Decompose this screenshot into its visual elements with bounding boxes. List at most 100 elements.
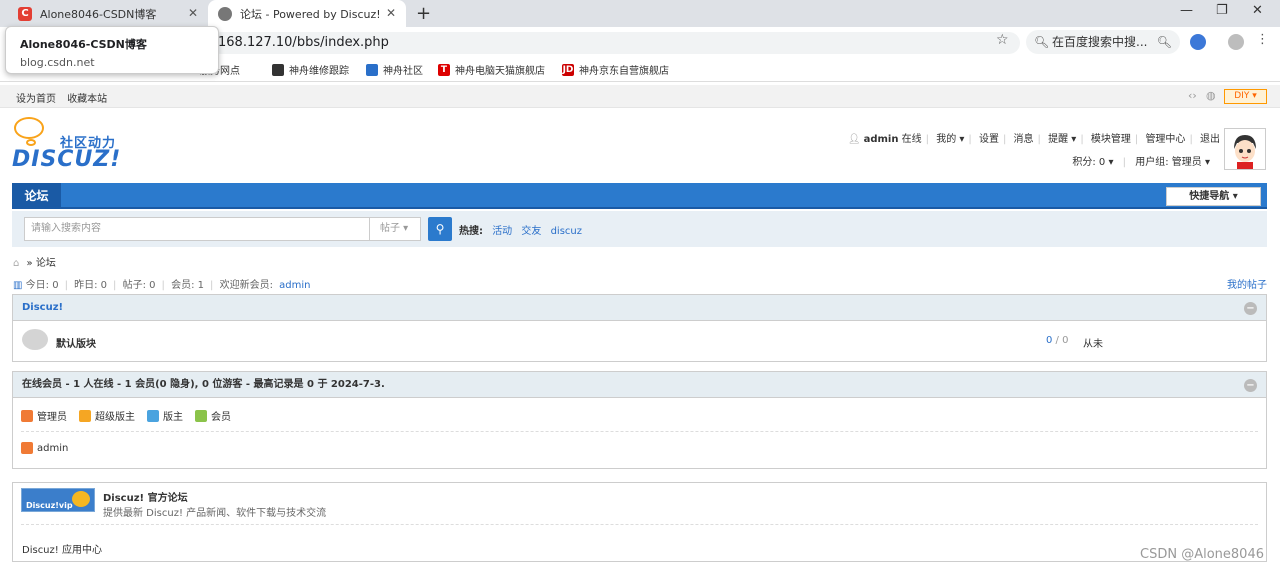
- forum-category: Discuz! − 默认版块 0 / 0 从未: [12, 294, 1267, 362]
- search-text: 在百度搜索中搜...: [1052, 35, 1148, 49]
- reminder-menu[interactable]: 提醒 ▾: [1048, 134, 1076, 145]
- logo-brand: DISCUZ!: [12, 147, 122, 172]
- link-desc: 提供最新 Discuz! 产品新闻、软件下载与技术交流: [103, 508, 327, 519]
- forum-row: 默认版块 0 / 0 从未: [13, 321, 1266, 361]
- tooltip-title: Alone8046-CSDN博客: [20, 38, 147, 51]
- settings-link[interactable]: 设置: [979, 134, 999, 145]
- logo-bubble: [26, 139, 36, 146]
- stats-icon: ▥: [13, 280, 23, 291]
- member-icon: [195, 409, 207, 422]
- last-post: 从未: [1083, 339, 1103, 350]
- new-tab-icon[interactable]: +: [416, 3, 431, 24]
- menu-icon[interactable]: ⋮: [1256, 32, 1272, 48]
- nav-forum[interactable]: 论坛: [12, 183, 61, 209]
- search-type-select[interactable]: 帖子 ▾: [369, 217, 421, 241]
- category-title[interactable]: Discuz!: [22, 302, 63, 313]
- logout-link[interactable]: 退出: [1200, 134, 1220, 145]
- hot-link[interactable]: 活动: [492, 226, 512, 237]
- extension-icon[interactable]: [1190, 34, 1206, 50]
- csdn-icon: C: [18, 6, 32, 21]
- new-member-link[interactable]: admin: [279, 280, 310, 291]
- admin-center-link[interactable]: 管理中心: [1145, 134, 1185, 145]
- tab-csdn[interactable]: C Alone8046-CSDN博客 ✕: [8, 0, 208, 27]
- online-title: 在线会员 - 1 人在线 - 1 会员(0 隐身), 0 位游客 - 最高记录是…: [22, 379, 385, 390]
- home-icon[interactable]: ⌂: [13, 258, 19, 269]
- search-icon: ⚲: [435, 222, 445, 236]
- browser-search-box[interactable]: 🔍︎ 在百度搜索中搜... 🔍︎: [1026, 30, 1180, 54]
- bookmark-item[interactable]: 神舟维修跟踪: [272, 62, 349, 77]
- star-icon[interactable]: ☆: [996, 32, 1009, 48]
- url-field[interactable]: 168.127.10/bbs/index.php: [210, 32, 1020, 54]
- forum-icon: [22, 329, 48, 350]
- user-bar-2: 积分: 0 ▾ | 用户组: 管理员 ▾: [1072, 157, 1210, 168]
- link-title[interactable]: Discuz! 官方论坛: [103, 489, 188, 504]
- search-input[interactable]: 请输入搜索内容: [24, 217, 370, 241]
- app-center-link[interactable]: Discuz! 应用中心: [22, 541, 102, 556]
- username-link[interactable]: admin: [864, 134, 899, 145]
- avatar[interactable]: [1224, 128, 1266, 170]
- admin-icon: [21, 409, 33, 422]
- search-icon[interactable]: 🔍︎: [1157, 30, 1172, 54]
- admin-icon: [21, 442, 33, 454]
- search-icon: 🔍︎: [1034, 35, 1050, 49]
- hot-label: 热搜:: [459, 226, 483, 237]
- logo-bubble: [14, 117, 44, 139]
- set-home-link[interactable]: 设为首页: [16, 94, 56, 105]
- main-nav: 论坛 快捷导航 ▾: [12, 183, 1267, 209]
- switch-width-icon[interactable]: ‹›: [1188, 89, 1197, 102]
- breadcrumb-forum[interactable]: 论坛: [36, 258, 56, 269]
- bookmark-item[interactable]: 神舟社区: [366, 62, 423, 77]
- tab-tooltip: Alone8046-CSDN博客 blog.csdn.net: [5, 26, 219, 74]
- tab-strip: C Alone8046-CSDN博客 ✕ 论坛 - Powered by Dis…: [0, 0, 1280, 27]
- palette-icon[interactable]: ◍: [1206, 89, 1216, 102]
- online-users-row: admin: [21, 432, 1258, 468]
- collapse-icon[interactable]: −: [1244, 302, 1257, 315]
- my-menu[interactable]: 我的 ▾: [936, 134, 964, 145]
- group-menu[interactable]: 用户组: 管理员 ▾: [1135, 157, 1210, 168]
- globe-icon: [218, 6, 232, 21]
- online-legend-row: 管理员 超级版主 版主 会员: [21, 398, 1258, 432]
- maximize-icon[interactable]: ❐: [1216, 3, 1228, 18]
- collapse-icon[interactable]: −: [1244, 379, 1257, 392]
- discuz-logo[interactable]: 社区动力 DISCUZ!: [12, 117, 132, 175]
- profile-icon[interactable]: [1228, 34, 1244, 50]
- favorite-link[interactable]: 收藏本站: [67, 94, 107, 105]
- bookmark-item[interactable]: T 神舟电脑天猫旗舰店: [438, 62, 545, 77]
- bookmark-icon: [366, 63, 378, 76]
- category-header: Discuz! −: [13, 295, 1266, 321]
- breadcrumb: ⌂ » 论坛: [13, 258, 56, 269]
- quick-nav-button[interactable]: 快捷导航 ▾: [1166, 187, 1261, 206]
- moderator-icon: [147, 409, 159, 422]
- close-icon[interactable]: ✕: [386, 6, 396, 20]
- search-button[interactable]: ⚲: [428, 217, 452, 241]
- friend-links: Discuz!vip Discuz! 官方论坛 提供最新 Discuz! 产品新…: [12, 482, 1267, 562]
- bookmark-icon: [272, 63, 284, 76]
- credits-menu[interactable]: 积分: 0 ▾: [1072, 157, 1113, 168]
- user-icon: 👤︎: [847, 134, 861, 145]
- super-moderator-icon: [79, 409, 91, 422]
- discuz-vip-banner[interactable]: Discuz!vip: [21, 488, 95, 512]
- forum-name[interactable]: 默认版块: [56, 335, 96, 350]
- tab-title: Alone8046-CSDN博客: [40, 7, 157, 21]
- bookmark-item[interactable]: JD 神舟京东自营旗舰店: [562, 62, 669, 77]
- user-bar: 👤︎ admin 在线 | 我的 ▾ | 设置 | 消息 | 提醒 ▾ | 模块管理 | 管…: [847, 134, 1220, 145]
- close-icon[interactable]: ✕: [188, 6, 198, 20]
- messages-link[interactable]: 消息: [1014, 134, 1034, 145]
- top-toolbar: 设为首页 收藏本站 ‹› ◍ DIY ▾: [0, 85, 1280, 108]
- module-link[interactable]: 模块管理: [1091, 134, 1131, 145]
- tooltip-url: blog.csdn.net: [20, 56, 95, 69]
- tab-title: 论坛 - Powered by Discuz!: [240, 7, 381, 21]
- hot-link[interactable]: discuz: [551, 226, 582, 237]
- diy-button[interactable]: DIY ▾: [1224, 89, 1267, 104]
- online-legend: 管理员 超级版主 版主 会员: [21, 408, 243, 423]
- hot-searches: 热搜: 活动 交友 discuz: [459, 222, 588, 237]
- online-status[interactable]: 在线: [902, 134, 922, 145]
- tab-forum[interactable]: 论坛 - Powered by Discuz! ✕: [208, 0, 406, 27]
- close-window-icon[interactable]: ✕: [1252, 3, 1263, 18]
- minimize-icon[interactable]: —: [1180, 3, 1193, 18]
- forum-search-bar: 请输入搜索内容 帖子 ▾ ⚲ 热搜: 活动 交友 discuz: [12, 211, 1267, 247]
- hot-link[interactable]: 交友: [521, 226, 541, 237]
- online-user[interactable]: admin: [21, 442, 80, 454]
- my-posts-link[interactable]: 我的帖子: [1227, 276, 1267, 291]
- csdn-watermark: CSDN @Alone8046: [1140, 547, 1264, 562]
